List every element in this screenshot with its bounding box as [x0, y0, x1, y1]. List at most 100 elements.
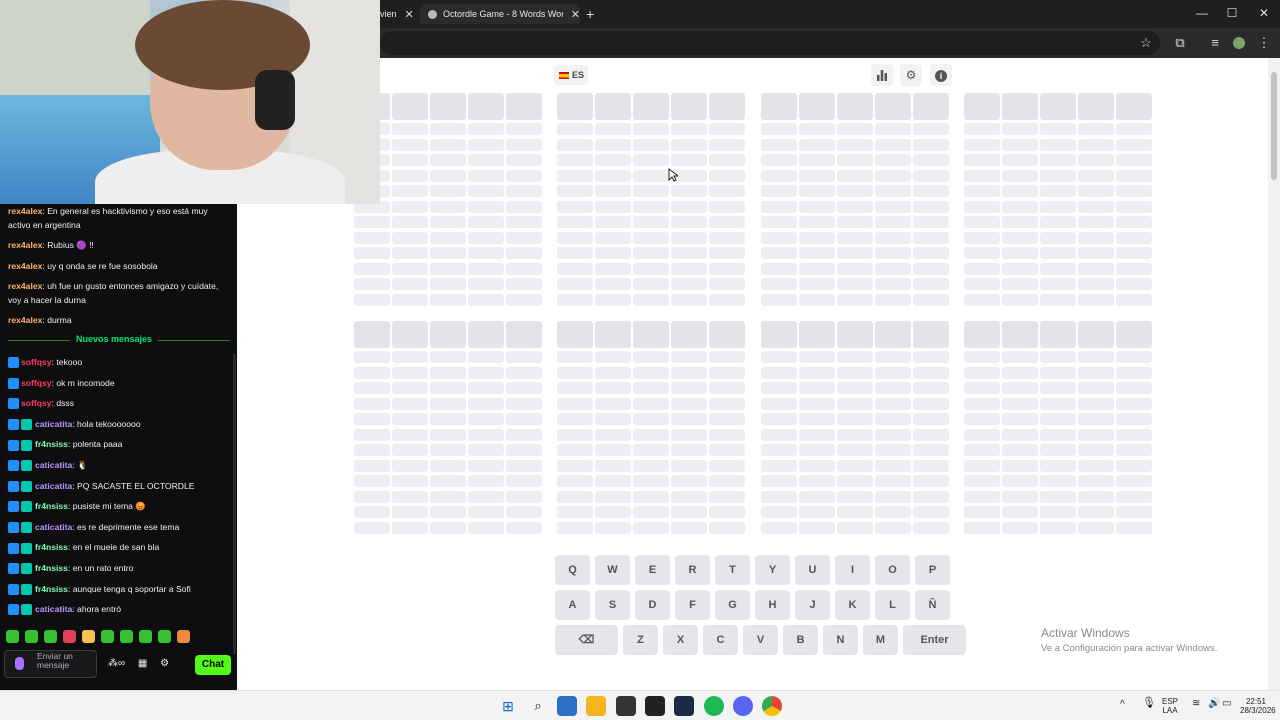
- key-j[interactable]: J: [795, 590, 830, 620]
- chat-scrollbar[interactable]: [233, 354, 236, 654]
- key-n[interactable]: N: [823, 625, 858, 655]
- chat-username[interactable]: soffqsy: [21, 398, 52, 408]
- emote-icon[interactable]: [101, 630, 114, 643]
- key-x[interactable]: X: [663, 625, 698, 655]
- key-m[interactable]: M: [863, 625, 898, 655]
- address-bar[interactable]: [380, 31, 1160, 55]
- close-tab-icon[interactable]: ✕: [405, 8, 414, 21]
- chat-username[interactable]: fr4nsiss: [35, 542, 68, 552]
- new-tab-button[interactable]: +: [586, 6, 594, 22]
- chat-username[interactable]: fr4nsiss: [35, 501, 68, 511]
- key-s[interactable]: S: [595, 590, 630, 620]
- key-p[interactable]: P: [915, 555, 950, 585]
- chat-username[interactable]: rex4alex: [8, 240, 42, 250]
- discord-icon[interactable]: [733, 696, 753, 716]
- reading-list-icon[interactable]: ≡: [1206, 34, 1224, 52]
- chat-username[interactable]: soffqsy: [21, 357, 52, 367]
- chat-username[interactable]: fr4nsiss: [35, 563, 68, 573]
- close-tab-icon[interactable]: ✕: [571, 8, 580, 21]
- key-b[interactable]: B: [783, 625, 818, 655]
- obs-icon[interactable]: [616, 696, 636, 716]
- emote-icon[interactable]: [177, 630, 190, 643]
- chat-settings-icon[interactable]: ⚙: [160, 658, 169, 669]
- points-icon[interactable]: ⁂∞: [108, 658, 125, 669]
- info-button[interactable]: i: [930, 64, 952, 86]
- key-u[interactable]: U: [795, 555, 830, 585]
- key-ñ[interactable]: Ñ: [915, 590, 950, 620]
- chat-username[interactable]: soffqsy: [21, 378, 52, 388]
- chat-send-button[interactable]: Chat: [195, 655, 231, 675]
- microphone-icon[interactable]: [15, 657, 24, 670]
- chat-username[interactable]: rex4alex: [8, 261, 42, 271]
- key-t[interactable]: T: [715, 555, 750, 585]
- key-d[interactable]: D: [635, 590, 670, 620]
- settings-button[interactable]: ⚙: [900, 64, 922, 86]
- chat-username[interactable]: fr4nsiss: [35, 584, 68, 594]
- emote-icon[interactable]: [25, 630, 38, 643]
- chat-message-input[interactable]: Enviar un mensaje: [4, 650, 97, 678]
- extensions-icon[interactable]: ⧉: [1171, 34, 1189, 52]
- emote-icon[interactable]: [139, 630, 152, 643]
- epic-games-icon[interactable]: [645, 696, 665, 716]
- key-e[interactable]: E: [635, 555, 670, 585]
- tray-overflow-icon[interactable]: ^: [1120, 700, 1125, 710]
- store-icon[interactable]: ▦: [138, 658, 147, 669]
- emote-icon[interactable]: [82, 630, 95, 643]
- maximize-button[interactable]: ☐: [1222, 6, 1242, 20]
- key-v[interactable]: V: [743, 625, 778, 655]
- chat-username[interactable]: fr4nsiss: [35, 439, 68, 449]
- chat-username[interactable]: rex4alex: [8, 206, 42, 216]
- emote-icon[interactable]: [158, 630, 171, 643]
- chat-username[interactable]: rex4alex: [8, 281, 42, 291]
- browser-tab-previous[interactable]: vien ✕: [380, 4, 420, 24]
- key-i[interactable]: I: [835, 555, 870, 585]
- key-h[interactable]: H: [755, 590, 790, 620]
- chat-username[interactable]: caticatita: [35, 604, 72, 614]
- emote-icon[interactable]: [44, 630, 57, 643]
- chat-username[interactable]: rex4alex: [8, 315, 42, 325]
- key-q[interactable]: Q: [555, 555, 590, 585]
- browser-tab-octordle[interactable]: Octordle Game - 8 Words Word ✕: [420, 4, 580, 24]
- microphone-tray-icon[interactable]: 🎙: [1142, 698, 1156, 709]
- chat-username[interactable]: caticatita: [35, 419, 72, 429]
- clock[interactable]: 22:51 28/3/2026: [1240, 697, 1276, 715]
- browser-menu-icon[interactable]: ⋮: [1255, 34, 1273, 52]
- key-z[interactable]: Z: [623, 625, 658, 655]
- store-app-icon[interactable]: [557, 696, 577, 716]
- stats-button[interactable]: [871, 64, 893, 86]
- file-explorer-icon[interactable]: [586, 696, 606, 716]
- steam-icon[interactable]: [674, 696, 694, 716]
- key-g[interactable]: G: [715, 590, 750, 620]
- spotify-icon[interactable]: [704, 696, 724, 716]
- minimize-button[interactable]: —: [1192, 6, 1212, 20]
- key-r[interactable]: R: [675, 555, 710, 585]
- window-close-button[interactable]: ✕: [1254, 6, 1274, 20]
- chat-username[interactable]: caticatita: [35, 460, 72, 470]
- key-o[interactable]: O: [875, 555, 910, 585]
- emote-icon[interactable]: [63, 630, 76, 643]
- search-icon[interactable]: ⌕: [528, 696, 548, 716]
- page-scroll-thumb[interactable]: [1271, 72, 1277, 180]
- key-a[interactable]: A: [555, 590, 590, 620]
- chat-username[interactable]: caticatita: [35, 481, 72, 491]
- key-c[interactable]: C: [703, 625, 738, 655]
- language-button[interactable]: ES: [554, 65, 588, 85]
- battery-icon[interactable]: ▭: [1222, 699, 1231, 709]
- key-w[interactable]: W: [595, 555, 630, 585]
- key-k[interactable]: K: [835, 590, 870, 620]
- language-indicator[interactable]: ESP LAA: [1162, 697, 1178, 715]
- backspace-key[interactable]: ⌫: [555, 625, 618, 655]
- key-f[interactable]: F: [675, 590, 710, 620]
- emote-icon[interactable]: [6, 630, 19, 643]
- wifi-icon[interactable]: ≋: [1192, 699, 1200, 709]
- bookmark-star-icon[interactable]: ☆: [1137, 34, 1155, 52]
- emote-icon[interactable]: [120, 630, 133, 643]
- key-y[interactable]: Y: [755, 555, 790, 585]
- start-windows-icon[interactable]: ⊞: [498, 696, 518, 716]
- chrome-icon[interactable]: [762, 696, 782, 716]
- profile-avatar[interactable]: [1230, 34, 1248, 52]
- chat-username[interactable]: caticatita: [35, 522, 72, 532]
- volume-icon[interactable]: 🔊: [1208, 699, 1220, 709]
- key-l[interactable]: L: [875, 590, 910, 620]
- enter-key[interactable]: Enter: [903, 625, 966, 655]
